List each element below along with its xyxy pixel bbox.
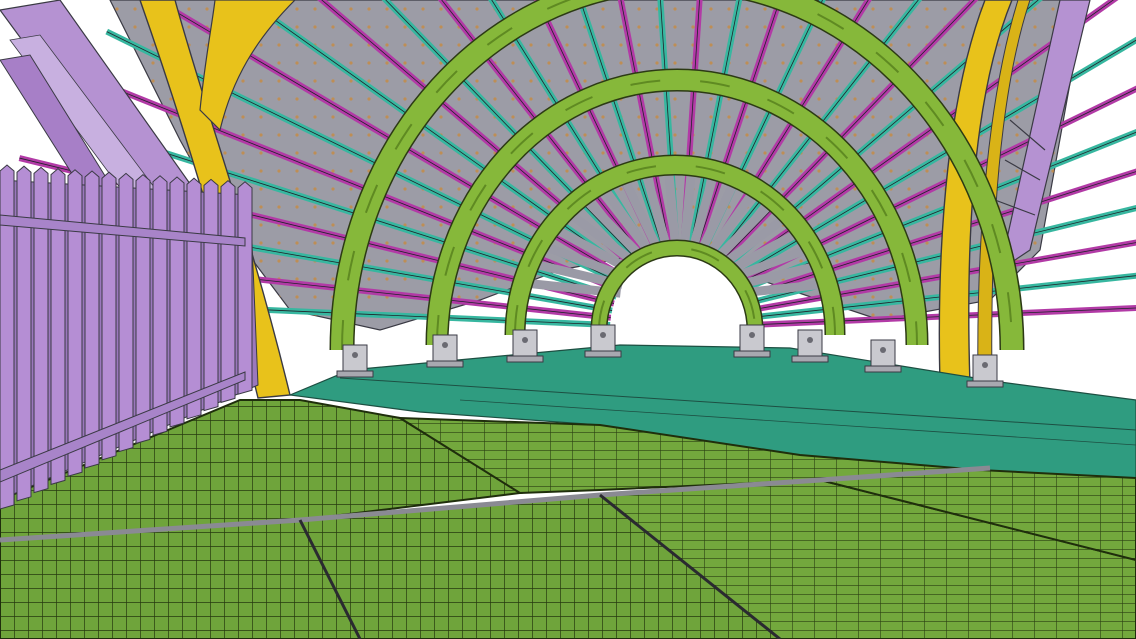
fence-picket xyxy=(50,167,66,486)
fence-picket xyxy=(237,181,253,395)
cad-render-arcade-canopy xyxy=(0,0,1136,639)
fence-picket xyxy=(203,178,219,412)
fence-picket xyxy=(67,169,83,477)
fence-picket xyxy=(152,175,168,436)
fence-picket xyxy=(169,176,185,428)
fence-picket xyxy=(186,177,202,420)
fence-picket xyxy=(33,166,49,494)
fence-picket xyxy=(101,171,117,461)
fence-picket xyxy=(118,172,134,453)
fence-picket xyxy=(220,179,236,404)
fence-picket xyxy=(135,173,151,445)
fence-picket xyxy=(84,170,100,469)
